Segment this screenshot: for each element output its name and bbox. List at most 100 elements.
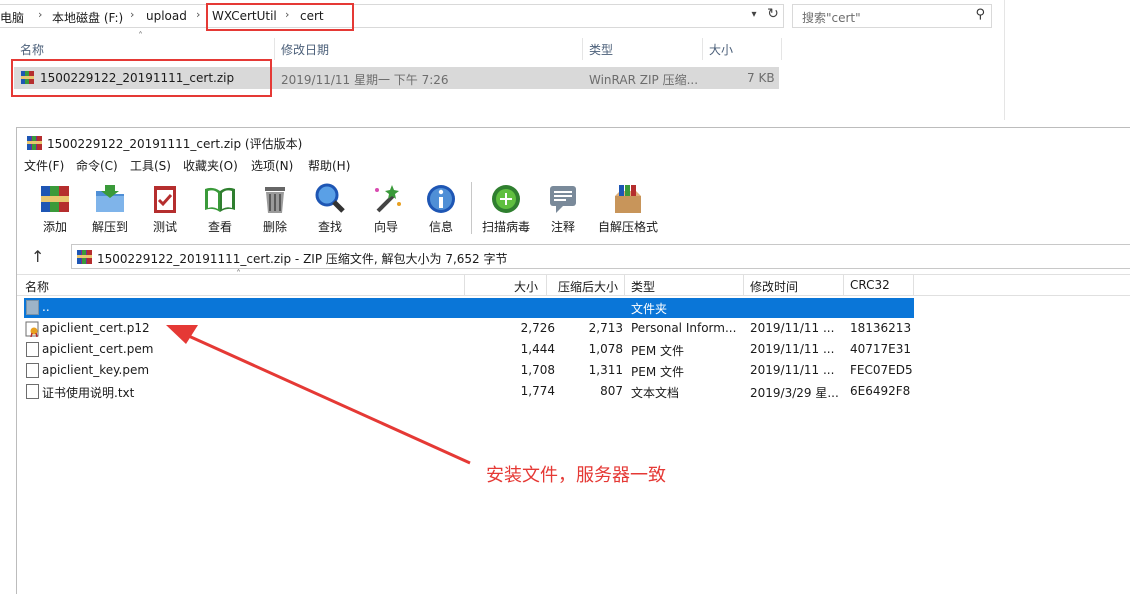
column-header-name[interactable]: 名称 <box>20 36 44 60</box>
folder-extract-icon <box>96 185 124 212</box>
address-bar[interactable]: 电脑 › 本地磁盘 (F:) › upload › WXCertUtil › c… <box>0 4 784 28</box>
certificate-file-icon <box>25 321 39 337</box>
comment-button[interactable]: 注释 <box>535 180 591 238</box>
scan-virus-button[interactable]: 扫描病毒 <box>478 180 534 238</box>
column-header-size[interactable]: 大小 <box>514 278 538 295</box>
toolbar-label: 信息 <box>428 220 453 234</box>
item-type: PEM 文件 <box>631 365 684 379</box>
file-type: WinRAR ZIP 压缩... <box>589 73 699 87</box>
menu-tools[interactable]: 工具(S) <box>130 157 171 174</box>
add-button[interactable]: 添加 <box>27 180 83 238</box>
find-button[interactable]: 查找 <box>302 180 358 238</box>
list-item-cert-pem[interactable]: apiclient_cert.pem 1,444 1,078 PEM 文件 20… <box>24 340 914 360</box>
breadcrumb-upload[interactable]: upload <box>146 9 187 23</box>
toolbar-label: 解压到 <box>91 220 128 234</box>
toolbar-label: 测试 <box>152 220 177 234</box>
item-name: apiclient_key.pem <box>42 363 150 377</box>
column-divider[interactable] <box>843 275 844 296</box>
list-item-readme-txt[interactable]: 证书使用说明.txt 1,774 807 文本文档 2019/3/29 星...… <box>24 382 914 402</box>
refresh-icon[interactable]: ↻ <box>764 6 782 26</box>
toolbar-label: 向导 <box>373 220 398 234</box>
view-book-icon <box>205 187 235 212</box>
file-size: 7 KB <box>747 71 775 85</box>
column-header-modified[interactable]: 修改日期 <box>281 36 329 60</box>
up-arrow-icon[interactable]: ↑ <box>31 247 44 266</box>
menu-file[interactable]: 文件(F) <box>24 157 64 174</box>
menu-help[interactable]: 帮助(H) <box>308 157 350 174</box>
toolbar-label: 删除 <box>262 220 287 234</box>
item-name: apiclient_cert.pem <box>42 342 154 356</box>
item-packed-size: 2,713 <box>588 321 623 335</box>
breadcrumb-computer[interactable]: 电脑 <box>0 9 24 26</box>
list-item-parent-folder[interactable]: .. 文件夹 <box>24 298 914 318</box>
item-size: 1,444 <box>520 342 555 356</box>
toolbar-label: 添加 <box>42 220 67 234</box>
item-packed-size: 1,311 <box>588 363 623 377</box>
item-packed-size: 807 <box>600 384 623 398</box>
column-divider[interactable] <box>743 275 744 296</box>
item-type: PEM 文件 <box>631 344 684 358</box>
sfx-box-icon <box>615 185 641 213</box>
folder-icon <box>26 300 39 315</box>
column-divider[interactable] <box>464 275 465 296</box>
magic-wand-icon <box>375 185 401 213</box>
item-name: .. <box>42 300 50 314</box>
column-divider[interactable] <box>624 275 625 296</box>
menu-command[interactable]: 命令(C) <box>76 157 118 174</box>
winrar-app-icon <box>27 136 42 150</box>
breadcrumb-drive[interactable]: 本地磁盘 (F:) <box>52 9 123 26</box>
file-icon <box>26 363 39 378</box>
item-packed-size: 1,078 <box>588 342 623 356</box>
annotation-highlight-file <box>11 59 272 97</box>
column-divider[interactable] <box>274 38 275 60</box>
search-icon[interactable]: ⚲ <box>975 7 985 22</box>
test-button[interactable]: 测试 <box>137 180 193 238</box>
column-divider[interactable] <box>702 38 703 60</box>
extract-to-button[interactable]: 解压到 <box>82 180 138 238</box>
column-header-type[interactable]: 类型 <box>589 36 613 60</box>
chevron-down-icon[interactable]: ▾ <box>747 9 761 25</box>
window-title-text: 1500229122_20191111_cert.zip (评估版本) <box>47 137 303 151</box>
column-header-modified[interactable]: 修改时间 <box>750 278 798 295</box>
item-crc: FEC07ED5 <box>850 363 913 377</box>
toolbar-label: 查看 <box>207 220 232 234</box>
list-item-key-pem[interactable]: apiclient_key.pem 1,708 1,311 PEM 文件 201… <box>24 361 914 381</box>
item-modified: 2019/11/11 ... <box>750 363 835 377</box>
column-divider[interactable] <box>546 275 547 296</box>
column-divider[interactable] <box>781 38 782 60</box>
breadcrumb-separator-icon: › <box>38 8 43 21</box>
view-button[interactable]: 查看 <box>192 180 248 238</box>
column-header-size[interactable]: 大小 <box>709 36 733 60</box>
column-header-type[interactable]: 类型 <box>631 278 655 295</box>
item-name: 证书使用说明.txt <box>42 386 135 400</box>
virus-scan-icon <box>492 185 520 213</box>
search-input[interactable]: 搜索"cert" ⚲ <box>792 4 992 28</box>
item-crc: 6E6492F8 <box>850 384 911 398</box>
toolbar-label: 扫描病毒 <box>481 220 530 234</box>
file-modified: 2019/11/11 星期一 下午 7:26 <box>281 73 449 87</box>
info-button[interactable]: 信息 <box>413 180 469 238</box>
column-header-crc[interactable]: CRC32 <box>850 278 890 292</box>
toolbar-label: 注释 <box>550 220 575 234</box>
item-crc: 40717E31 <box>850 342 912 356</box>
item-size: 1,708 <box>520 363 555 377</box>
menu-favorites[interactable]: 收藏夹(O) <box>183 157 238 174</box>
breadcrumb-separator-icon: › <box>196 8 201 21</box>
list-item-p12[interactable]: apiclient_cert.p12 2,726 2,713 Personal … <box>24 319 914 339</box>
item-name: apiclient_cert.p12 <box>42 321 150 335</box>
file-icon <box>26 342 39 357</box>
wizard-button[interactable]: 向导 <box>358 180 414 238</box>
column-header-name[interactable]: 名称 <box>25 278 49 295</box>
item-size: 2,726 <box>520 321 555 335</box>
column-header-packed[interactable]: 压缩后大小 <box>558 278 618 295</box>
text-file-icon <box>26 384 39 399</box>
winrar-window: 1500229122_20191111_cert.zip (评估版本) 文件(F… <box>16 127 1130 594</box>
column-divider[interactable] <box>913 275 914 296</box>
annotation-highlight-path <box>206 3 354 31</box>
delete-button[interactable]: 删除 <box>247 180 303 238</box>
menu-options[interactable]: 选项(N) <box>251 157 293 174</box>
archive-path-field[interactable]: 1500229122_20191111_cert.zip - ZIP 压缩文件,… <box>71 244 1130 269</box>
sfx-button[interactable]: 自解压格式 <box>596 180 660 238</box>
column-divider[interactable] <box>582 38 583 60</box>
test-clipboard-icon <box>154 186 176 213</box>
